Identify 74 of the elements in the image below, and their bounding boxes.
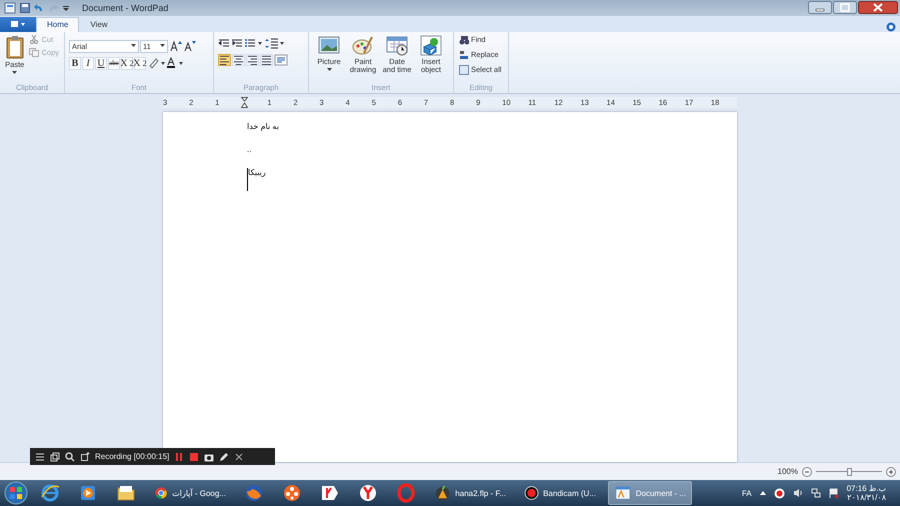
decrease-indent-icon[interactable]: [218, 38, 230, 49]
flag-icon[interactable]: [828, 488, 839, 499]
ribbon-tab[interactable]: Home: [36, 16, 80, 32]
close-icon[interactable]: [234, 452, 244, 462]
calendar-clock-icon: [386, 34, 408, 56]
windows-icon[interactable]: [50, 452, 60, 462]
taskbar-button[interactable]: Bandicam (U...: [518, 481, 602, 506]
stop-icon[interactable]: [189, 452, 200, 462]
object-icon: [420, 34, 442, 56]
caret-icon: [326, 68, 332, 72]
tray-arrow-icon[interactable]: [760, 490, 766, 496]
maximize-icon[interactable]: [833, 1, 857, 14]
zoom-out-icon[interactable]: [802, 466, 812, 477]
pause-icon[interactable]: [174, 452, 184, 462]
caret-icon: [131, 44, 136, 48]
increase-indent-icon[interactable]: [231, 38, 243, 49]
close-icon[interactable]: [858, 1, 898, 14]
justify-button[interactable]: [260, 54, 273, 66]
format-button[interactable]: U: [95, 56, 107, 70]
language-indicator[interactable]: FA: [742, 488, 752, 498]
bullet-list-icon[interactable]: [244, 38, 264, 49]
speaker-icon[interactable]: [792, 488, 803, 498]
ribbon-tab[interactable]: View: [79, 16, 119, 32]
format-button[interactable]: B: [69, 56, 81, 70]
format-button[interactable]: I: [82, 56, 94, 70]
highlighter-icon[interactable]: [147, 57, 165, 70]
font-color-icon[interactable]: [166, 57, 184, 70]
align-right-button[interactable]: [246, 54, 259, 66]
search-icon[interactable]: [65, 452, 75, 462]
indent-marker-icon[interactable]: [241, 97, 248, 108]
dropdown-icon[interactable]: [62, 4, 70, 12]
copy-icon: [29, 48, 40, 57]
select-all-icon: [459, 64, 469, 75]
window-title: Document - WordPad: [82, 2, 168, 13]
shrink-font-icon[interactable]: [183, 40, 196, 52]
record-icon[interactable]: [774, 488, 785, 499]
save-icon[interactable]: [20, 2, 30, 13]
grow-font-icon[interactable]: [169, 40, 182, 52]
network-icon[interactable]: [810, 488, 821, 498]
camera-icon[interactable]: [204, 452, 214, 462]
caret-icon: [12, 71, 18, 76]
replace-icon: [459, 50, 469, 60]
crop-icon[interactable]: [80, 452, 90, 462]
taskbar-button[interactable]: hana2.flp - F...: [428, 481, 512, 506]
clock[interactable]: 07:16 ب.ظ ۲۰۱۸/۳۱/۰۸: [846, 484, 886, 503]
document-text: به نام خدا: [247, 122, 279, 134]
menu-icon[interactable]: [35, 452, 45, 462]
clipboard-icon: [6, 34, 24, 59]
folder-icon: [116, 483, 136, 504]
app-menu-button[interactable]: [0, 16, 36, 32]
minimize-icon[interactable]: [808, 1, 832, 14]
browser-e-icon: [40, 483, 60, 504]
binoculars-icon: [459, 34, 469, 45]
start-orb-icon[interactable]: [4, 481, 28, 506]
taskbar-button[interactable]: آپارات - Goog...: [148, 481, 232, 506]
picture-icon: [318, 34, 340, 56]
help-icon[interactable]: [886, 22, 896, 32]
film-reel-icon: [282, 483, 302, 504]
app-icon[interactable]: [4, 2, 16, 14]
document-icon: [10, 20, 26, 28]
align-left-button[interactable]: [218, 54, 231, 66]
zoom-in-icon[interactable]: [886, 466, 896, 477]
scissors-icon: [29, 34, 40, 44]
zoom-slider[interactable]: [816, 468, 882, 476]
document-text: ..: [247, 145, 252, 156]
slider-thumb[interactable]: [847, 468, 852, 476]
align-center-button[interactable]: [232, 54, 245, 66]
caret-icon: [160, 44, 165, 48]
opera-icon: [396, 483, 416, 504]
line-spacing-icon[interactable]: [265, 38, 285, 49]
paragraph-icon[interactable]: [274, 54, 288, 66]
zoom-level: 100%: [778, 467, 798, 476]
paint-palette-icon: [352, 34, 374, 56]
document-text: ریبیکا: [247, 168, 266, 192]
